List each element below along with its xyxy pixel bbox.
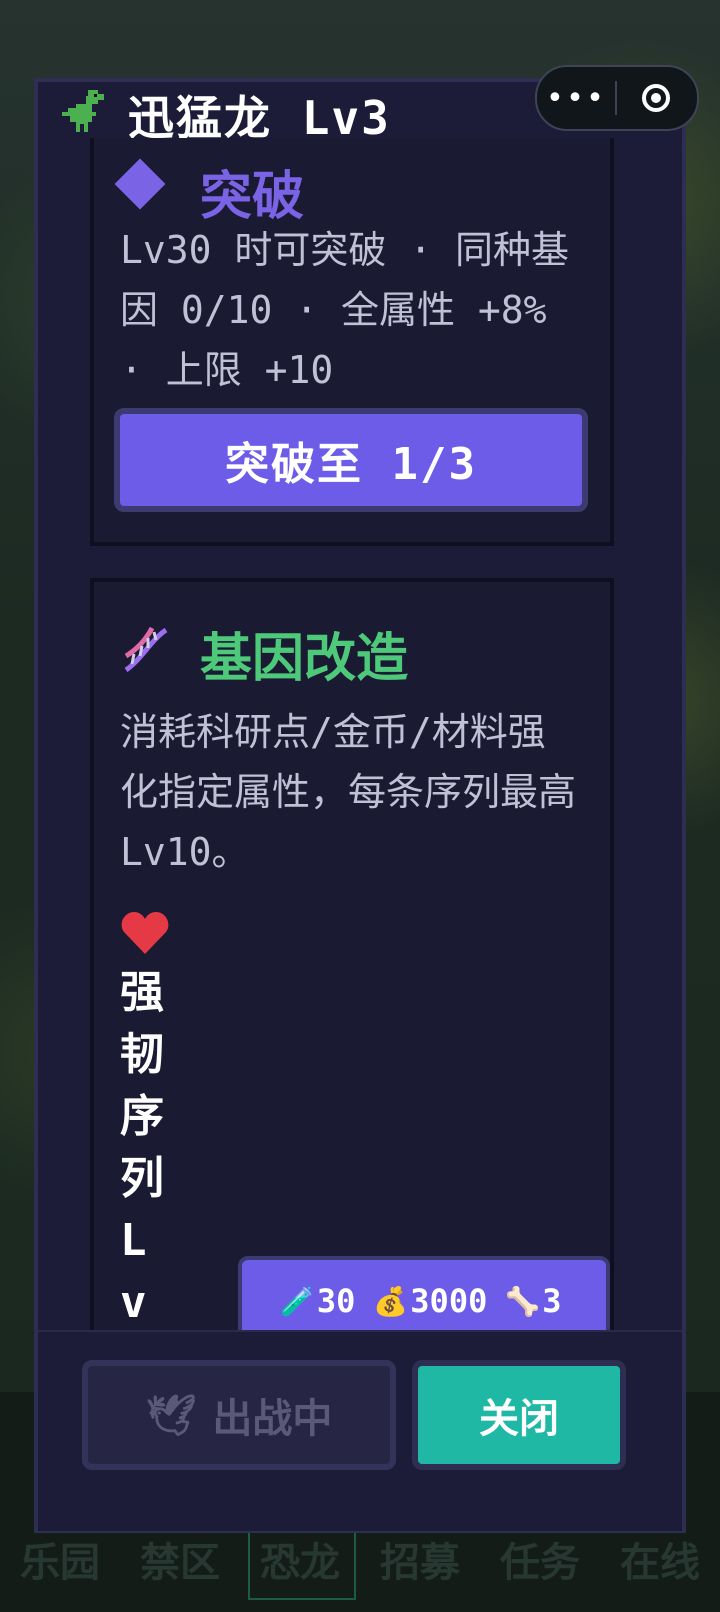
deploy-button[interactable]: 🕊 出战中: [82, 1360, 396, 1470]
nav-item-park[interactable]: 乐园: [20, 1530, 100, 1590]
cost-material-value: 3: [542, 1282, 562, 1320]
bone-icon: 🦴: [505, 1284, 541, 1318]
sequence-label: 强韧序列 Lv: [120, 967, 164, 1328]
deploy-label: 出战中: [212, 1396, 333, 1442]
heart-icon: [121, 912, 169, 954]
gene-mod-card: 基因改造 消耗科研点/金币/材料强化指定属性，每条序列最高 Lv10。 强韧序列…: [90, 578, 614, 1443]
nav-item-dino[interactable]: 恐龙: [260, 1530, 340, 1590]
bottom-nav-items: 乐园 禁区 恐龙 招募 任务 在线: [0, 1530, 720, 1590]
cost-gold-value: 3000: [410, 1282, 488, 1320]
cost-research-value: 30: [316, 1282, 356, 1320]
gene-mod-title: 基因改造: [200, 629, 409, 689]
money-bag-icon: 💰: [373, 1284, 409, 1318]
modal-scroll-area[interactable]: 突破 Lv30 时可突破 · 同种基因 0/10 · 全属性 +8% · 上限 …: [38, 138, 682, 1443]
breakthrough-card: 突破 Lv30 时可突破 · 同种基因 0/10 · 全属性 +8% · 上限 …: [90, 138, 614, 546]
nav-item-recruit[interactable]: 招募: [380, 1530, 460, 1590]
breakthrough-button[interactable]: 突破至 1/3: [114, 408, 588, 512]
breakthrough-title: 突破: [200, 167, 305, 227]
mini-program-capsule: •••: [535, 65, 699, 131]
nav-item-online[interactable]: 在线: [620, 1530, 700, 1590]
cost-gold: 💰 3000: [373, 1282, 487, 1320]
more-icon[interactable]: •••: [537, 81, 615, 116]
dinosaur-icon: [62, 90, 104, 132]
dove-icon: 🕊: [145, 1392, 197, 1439]
breakthrough-description: Lv30 时可突破 · 同种基因 0/10 · 全属性 +8% · 上限 +10: [120, 228, 570, 392]
test-tube-icon: 🧪: [280, 1284, 315, 1318]
close-miniprogram-button[interactable]: [617, 84, 695, 112]
target-icon: [642, 84, 670, 112]
modal-footer: 🕊 出战中 关闭: [38, 1330, 682, 1531]
cost-material: 🦴 3: [505, 1282, 561, 1320]
nav-item-tasks[interactable]: 任务: [500, 1530, 580, 1590]
dna-icon: [124, 626, 168, 673]
cost-research: 🧪 30: [280, 1282, 355, 1320]
diamond-icon: [114, 158, 166, 210]
dino-detail-modal: 迅猛龙 Lv3 突破 Lv30 时可突破 · 同种基因 0/10 · 全属性 +…: [34, 78, 686, 1533]
close-button[interactable]: 关闭: [412, 1360, 626, 1470]
nav-item-restricted[interactable]: 禁区: [140, 1530, 220, 1590]
gene-mod-description: 消耗科研点/金币/材料强化指定属性，每条序列最高 Lv10。: [120, 710, 577, 874]
